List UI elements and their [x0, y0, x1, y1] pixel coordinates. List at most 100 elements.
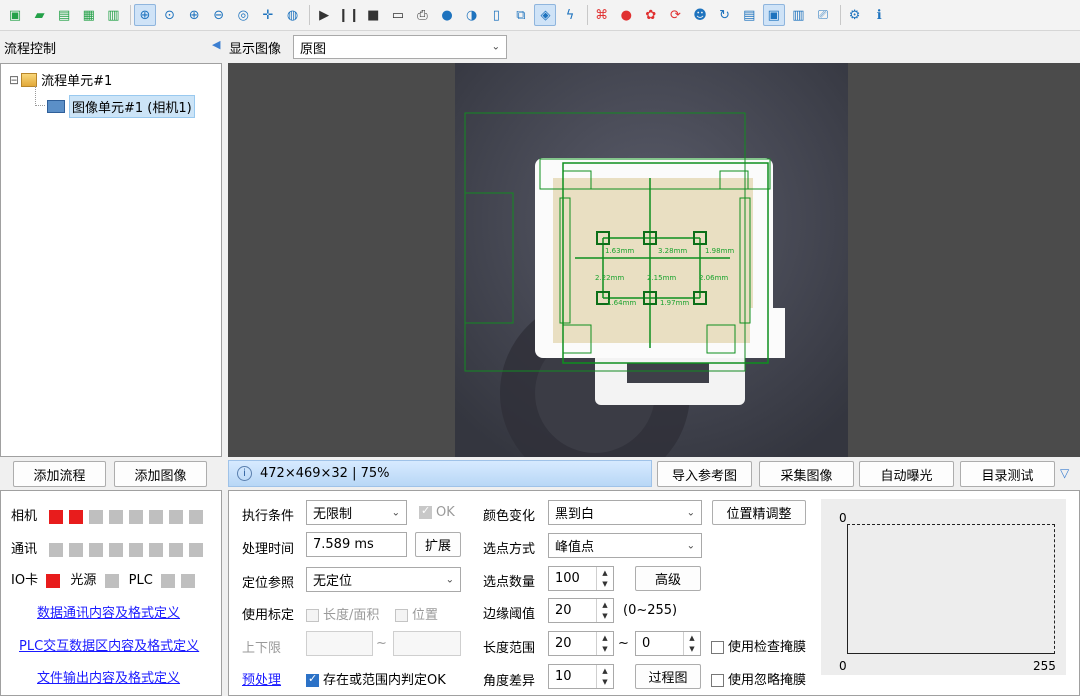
stepper-arrows[interactable]: ▲ ▼	[596, 599, 613, 622]
mouse-icon[interactable]: ▯	[485, 4, 507, 26]
ok-checkbox-box[interactable]	[419, 504, 432, 519]
fine-tune-position-button[interactable]: 位置精调整	[712, 500, 806, 525]
settings-icon[interactable]: ⚙	[844, 4, 866, 26]
tree-node-image-unit[interactable]: 图像单元#1 (相机1)	[47, 95, 195, 118]
monitor-icon[interactable]: ▥	[787, 4, 809, 26]
collapse-down-icon[interactable]: ▽	[1060, 466, 1069, 480]
stepper-arrows[interactable]: ▲ ▼	[683, 632, 700, 655]
pause-icon[interactable]: ❙❙	[338, 4, 360, 26]
down-arrow-icon[interactable]: ▼	[597, 579, 613, 591]
angle-diff-stepper[interactable]: 10 ▲ ▼	[548, 664, 614, 689]
length-area-checkbox[interactable]: 长度/面积	[306, 604, 379, 623]
auto-exposure-button[interactable]: 自动曝光	[859, 461, 954, 487]
flow-tree[interactable]: ⊟ 流程单元#1 图像单元#1 (相机1)	[0, 63, 222, 457]
image-viewer[interactable]: 1.63mm 3.28mm 1.98mm 2.22mm 2.15mm 2.06m…	[228, 63, 1080, 457]
tree-node-flow-unit[interactable]: ⊟ 流程单元#1	[9, 70, 112, 89]
printer-icon[interactable]: ⎚	[812, 4, 834, 26]
edge-threshold-stepper[interactable]: 20 ▲ ▼	[548, 598, 614, 623]
use-ignore-mask-box[interactable]	[711, 674, 724, 687]
color-icon[interactable]: ◑	[461, 4, 483, 26]
zoom-out-icon[interactable]: ⊖	[208, 4, 230, 26]
location-icon[interactable]: ●	[615, 4, 637, 26]
info-icon[interactable]: ℹ	[868, 4, 890, 26]
stepper-arrows[interactable]: ▲ ▼	[596, 665, 613, 688]
exec-condition-select[interactable]: 无限制 ⌄	[306, 500, 407, 525]
point-count-stepper[interactable]: 100 ▲ ▼	[548, 566, 614, 591]
panel-icon[interactable]: ▣	[762, 4, 785, 26]
view-icon[interactable]: ◎	[232, 4, 254, 26]
color-change-select[interactable]: 黑到白 ⌄	[548, 500, 702, 525]
process-time-field[interactable]: 7.589 ms	[306, 532, 407, 557]
process-image-button[interactable]: 过程图	[635, 664, 701, 689]
ring-icon[interactable]: ◍	[282, 4, 304, 26]
user-icon[interactable]: ☻	[689, 4, 711, 26]
position-checkbox-box[interactable]	[395, 609, 408, 622]
plc-data-format-link[interactable]: PLC交互数据区内容及格式定义	[19, 635, 199, 654]
up-arrow-icon[interactable]: ▲	[597, 599, 613, 611]
length-min-stepper[interactable]: 20 ▲ ▼	[548, 631, 614, 656]
run-icon[interactable]: ▶	[313, 4, 335, 26]
roi-icon[interactable]: ⧉	[510, 4, 532, 26]
up-arrow-icon[interactable]: ▲	[597, 632, 613, 644]
zoom-in-icon[interactable]: ⊕	[183, 4, 205, 26]
use-ignore-mask-checkbox[interactable]: 使用忽略掩膜	[711, 669, 806, 688]
camera-indicator	[49, 509, 64, 524]
zoom-fit-icon[interactable]: ⊙	[159, 4, 181, 26]
up-arrow-icon[interactable]: ▲	[684, 632, 700, 644]
collapse-left-icon[interactable]: ◀	[212, 38, 220, 51]
file-output-format-link[interactable]: 文件输出内容及格式定义	[37, 667, 180, 686]
select-mode-select[interactable]: 峰值点 ⌄	[548, 533, 702, 558]
advanced-button[interactable]: 高级	[635, 566, 701, 591]
measure-text: 2.22mm	[595, 274, 624, 282]
upper-limit-field[interactable]	[393, 631, 461, 656]
use-check-mask-checkbox[interactable]: 使用检查掩膜	[711, 636, 806, 655]
info-icon: i	[237, 466, 252, 481]
length-max-stepper[interactable]: 0 ▲ ▼	[635, 631, 701, 656]
flash-icon[interactable]: ϟ	[559, 4, 581, 26]
up-arrow-icon[interactable]: ▲	[597, 567, 613, 579]
collapse-icon[interactable]: ⊟	[9, 73, 19, 87]
stepper-arrows[interactable]: ▲ ▼	[596, 632, 613, 655]
lower-limit-field[interactable]	[306, 631, 373, 656]
ok-checkbox[interactable]: OK	[419, 504, 455, 520]
up-arrow-icon[interactable]: ▲	[597, 665, 613, 677]
position-checkbox[interactable]: 位置	[395, 604, 438, 623]
preprocess-link[interactable]: 预处理	[242, 669, 281, 688]
add-flow-button[interactable]: 添加流程	[13, 461, 106, 487]
down-arrow-icon[interactable]: ▼	[597, 677, 613, 689]
new-icon[interactable]: ▣	[4, 4, 26, 26]
camera-indicator	[109, 509, 124, 524]
capture-image-button[interactable]: 采集图像	[759, 461, 854, 487]
down-arrow-icon[interactable]: ▼	[684, 644, 700, 656]
crosshair-icon[interactable]: ✛	[257, 4, 279, 26]
network-icon[interactable]: ⌘	[591, 4, 613, 26]
import-reference-button[interactable]: 导入参考图	[657, 461, 752, 487]
refresh-icon[interactable]: ✿	[640, 4, 662, 26]
zoom-select-icon[interactable]: ⊕	[133, 4, 156, 26]
down-arrow-icon[interactable]: ▼	[597, 644, 613, 656]
crop-icon[interactable]: ▭	[387, 4, 409, 26]
save-icon[interactable]: ▤	[53, 4, 75, 26]
length-area-checkbox-box[interactable]	[306, 609, 319, 622]
stop-icon[interactable]: ■	[362, 4, 384, 26]
stepper-arrows[interactable]: ▲ ▼	[596, 567, 613, 590]
directory-test-button[interactable]: 目录测试	[960, 461, 1055, 487]
table-icon[interactable]: ▦	[78, 4, 100, 26]
rotate-icon[interactable]: ↻	[714, 4, 736, 26]
down-arrow-icon[interactable]: ▼	[597, 611, 613, 623]
camera-icon[interactable]: ●	[436, 4, 458, 26]
layers-icon[interactable]: ◈	[534, 4, 557, 26]
save-all-icon[interactable]: ▥	[102, 4, 124, 26]
use-check-mask-box[interactable]	[711, 641, 724, 654]
sync-icon[interactable]: ⟳	[664, 4, 686, 26]
judge-ok-checkbox-box[interactable]	[306, 672, 319, 687]
locate-reference-select[interactable]: 无定位 ⌄	[306, 567, 461, 592]
judge-ok-checkbox[interactable]: 存在或范围内判定OK	[306, 669, 446, 688]
open-icon[interactable]: ▰	[29, 4, 51, 26]
window-icon[interactable]: ▤	[738, 4, 760, 26]
add-image-button[interactable]: 添加图像	[114, 461, 207, 487]
data-comm-format-link[interactable]: 数据通讯内容及格式定义	[37, 602, 180, 621]
display-image-select[interactable]: 原图 ⌄	[293, 35, 507, 59]
expand-button[interactable]: 扩展	[415, 532, 461, 557]
export-icon[interactable]: ⎙	[412, 4, 434, 26]
